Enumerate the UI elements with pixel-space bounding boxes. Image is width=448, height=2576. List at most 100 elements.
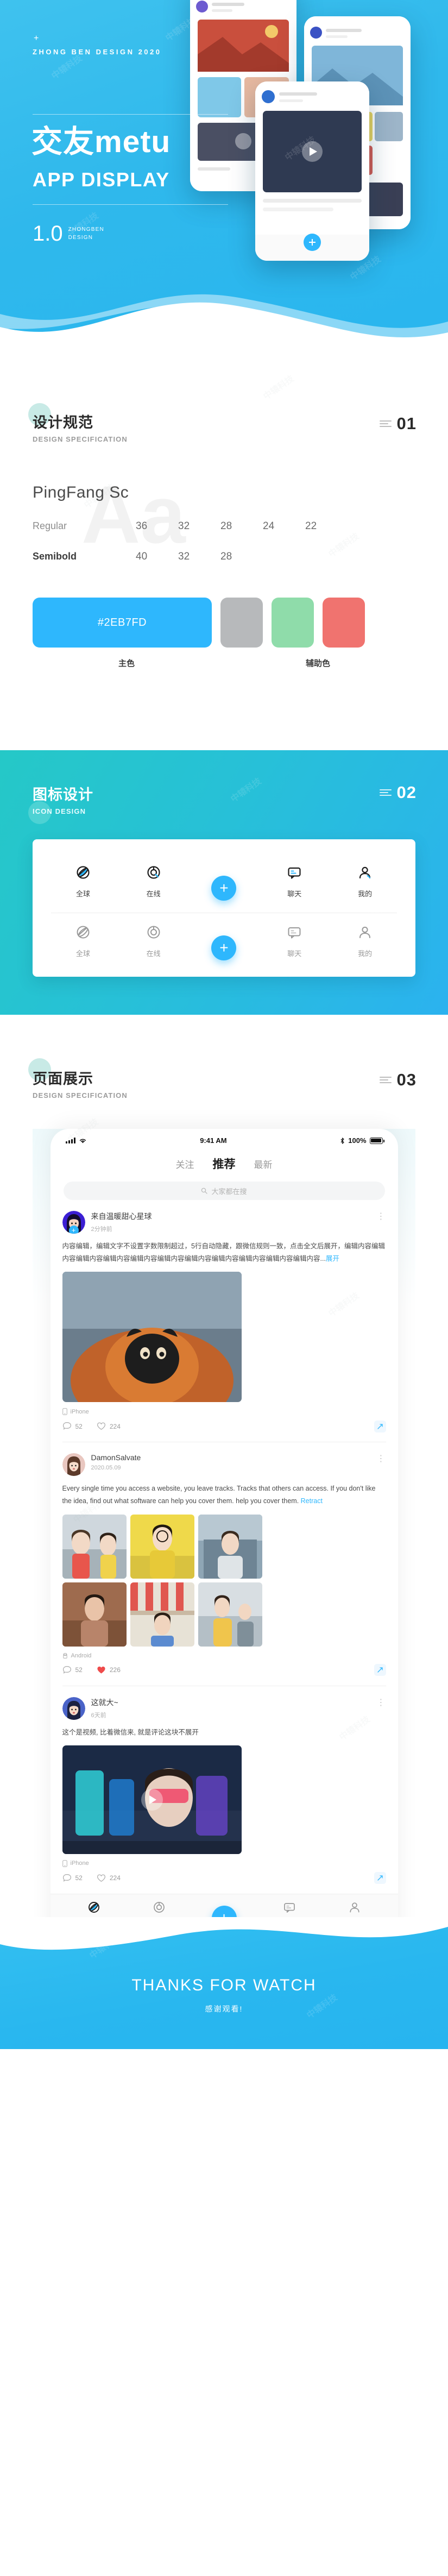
like-action[interactable]: 224 <box>97 1874 121 1883</box>
post-meta: DamonSalvate 2020.05.09 <box>91 1453 367 1471</box>
font-size-value: 22 <box>305 520 317 532</box>
post-media-single[interactable] <box>62 1272 242 1403</box>
tab-following[interactable]: 关注 <box>176 1157 194 1171</box>
hero-version-block: 1.0 ZHONGBEN DESIGN <box>33 222 104 246</box>
share-icon <box>377 1667 383 1673</box>
chat-icon <box>283 1901 296 1917</box>
profile-icon <box>357 922 373 943</box>
post-media-video[interactable] <box>62 1745 242 1854</box>
post-image <box>198 1582 262 1647</box>
footer-curve-decoration <box>0 1917 448 1950</box>
post-device-label: iPhone <box>70 1860 89 1867</box>
like-count: 224 <box>109 1422 121 1430</box>
add-fab-icon[interactable]: + <box>211 876 237 901</box>
primary-color-label: 主色 <box>118 659 135 668</box>
search-bar[interactable]: 大家都在搜 <box>63 1182 385 1200</box>
aux-color-swatch-gray <box>220 598 263 648</box>
icon-cell-online-inactive[interactable]: 在线 <box>129 922 178 958</box>
page-display-number-badge: 03 <box>379 1070 417 1090</box>
post-image <box>130 1582 194 1647</box>
hero-version-caption-line2: DESIGN <box>68 235 93 241</box>
post-timestamp: 6天前 <box>91 1712 106 1719</box>
tab-latest[interactable]: 最新 <box>254 1157 273 1171</box>
icon-design-band: 图标设计 ICON DESIGN 02 全球 在线 + 聊天 我的 全球 在线 … <box>0 750 448 1015</box>
aux-color-swatch-green <box>272 598 314 648</box>
grid-image[interactable] <box>198 1514 262 1579</box>
hero-version-number: 1.0 <box>33 222 63 246</box>
chat-icon <box>287 862 302 883</box>
share-icon <box>377 1875 383 1881</box>
post-header: DamonSalvate 2020.05.09 ⋮ <box>62 1453 386 1477</box>
grid-image[interactable] <box>198 1582 262 1647</box>
icon-cell-profile-inactive[interactable]: 我的 <box>340 922 389 958</box>
post-collapse-link[interactable]: Retract <box>301 1497 323 1505</box>
icon-label-profile: 我的 <box>358 950 373 958</box>
comment-icon <box>62 1874 71 1882</box>
globe-icon <box>75 922 91 943</box>
hero-subtitle: APP DISPLAY <box>33 168 170 191</box>
icon-cell-chat-inactive[interactable]: 聊天 <box>270 922 319 958</box>
avatar[interactable] <box>62 1453 85 1477</box>
icon-design-section: 图标设计 ICON DESIGN 02 全球 在线 + 聊天 我的 全球 在线 … <box>0 750 448 1015</box>
font-size-value: 40 <box>136 551 148 562</box>
post-text: 内容编辑，编辑文字不设置字数限制超过，5行自动隐藏，跟微信规则一致，点击全文后展… <box>62 1240 386 1265</box>
heart-icon-filled <box>97 1666 105 1674</box>
share-action[interactable] <box>374 1664 386 1676</box>
like-action[interactable]: 226 <box>97 1666 121 1675</box>
post-more-icon[interactable]: ⋮ <box>373 1697 386 1708</box>
icon-cell-online[interactable]: 在线 <box>129 862 178 899</box>
hero-phone-mockup-3 <box>255 81 369 261</box>
menu-bars-icon <box>379 1077 392 1083</box>
avatar[interactable]: + <box>62 1211 85 1234</box>
feed-post: + 来自温暖甜心星球 2分钟前 ⋮ 内容编辑，编辑文字不设置字数限制超过，5行自… <box>51 1200 398 1442</box>
comment-icon <box>62 1666 71 1674</box>
grid-image[interactable] <box>130 1514 194 1579</box>
comment-action[interactable]: 52 <box>62 1422 83 1431</box>
like-action[interactable]: 224 <box>97 1422 121 1431</box>
page-display-number: 03 <box>396 1070 417 1089</box>
aux-color-label: 辅助色 <box>305 659 330 668</box>
page-display-en-title: DESIGN SPECIFICATION <box>33 1091 128 1099</box>
icon-label-online: 在线 <box>146 890 161 898</box>
icon-cell-global[interactable]: 全球 <box>59 862 108 899</box>
share-action[interactable] <box>374 1420 386 1432</box>
grid-image[interactable] <box>130 1582 194 1647</box>
post-more-icon[interactable]: ⋮ <box>373 1211 386 1222</box>
post-device: iPhone <box>62 1408 386 1416</box>
share-action[interactable] <box>374 1872 386 1884</box>
grid-image[interactable] <box>62 1514 127 1579</box>
play-button[interactable] <box>141 1788 163 1811</box>
phone-screen: 9:41 AM 100% 关注 推荐 最新 大家都在搜 + 来自温暖甜心星球 2… <box>50 1129 398 1939</box>
globe-icon <box>75 862 91 883</box>
icon-design-en-title: ICON DESIGN <box>33 807 86 815</box>
avatar-image <box>62 1453 85 1477</box>
post-text: Every single time you access a website, … <box>62 1482 386 1507</box>
icon-cell-add[interactable]: + <box>199 876 248 901</box>
icon-cell-add-inactive[interactable]: + <box>199 935 248 960</box>
post-timestamp: 2分钟前 <box>91 1226 112 1233</box>
post-device-label: iPhone <box>70 1408 89 1415</box>
post-image <box>198 1514 262 1579</box>
post-expand-link[interactable]: 展开 <box>326 1255 339 1262</box>
comment-action[interactable]: 52 <box>62 1666 83 1675</box>
icon-cell-profile[interactable]: 我的 <box>340 862 389 899</box>
post-meta: 来自温暖甜心星球 2分钟前 <box>91 1211 367 1233</box>
post-more-icon[interactable]: ⋮ <box>373 1453 386 1464</box>
post-image <box>62 1514 127 1579</box>
icon-cell-chat[interactable]: 聊天 <box>270 862 319 899</box>
hero-section: + ZHONG BEN DESIGN 2020 交友metu APP DISPL… <box>0 0 448 359</box>
comment-count: 52 <box>75 1666 83 1674</box>
post-body: 这个是视频, 比着微信来, 就是评论这块不展开 <box>62 1728 199 1736</box>
tab-recommend[interactable]: 推荐 <box>213 1155 236 1172</box>
icon-design-cn-title: 图标设计 <box>33 787 93 803</box>
profile-icon <box>357 862 373 883</box>
grid-image[interactable] <box>62 1582 127 1647</box>
avatar[interactable] <box>62 1697 85 1720</box>
wifi-icon <box>79 1139 86 1143</box>
add-fab-icon[interactable]: + <box>211 935 237 960</box>
icon-cell-global-inactive[interactable]: 全球 <box>59 922 108 958</box>
comment-action[interactable]: 52 <box>62 1874 83 1883</box>
icon-row-active: 全球 在线 + 聊天 我的 <box>33 853 415 901</box>
avatar-add-badge[interactable]: + <box>68 1226 79 1234</box>
hero-plus-mark: + <box>34 34 39 43</box>
